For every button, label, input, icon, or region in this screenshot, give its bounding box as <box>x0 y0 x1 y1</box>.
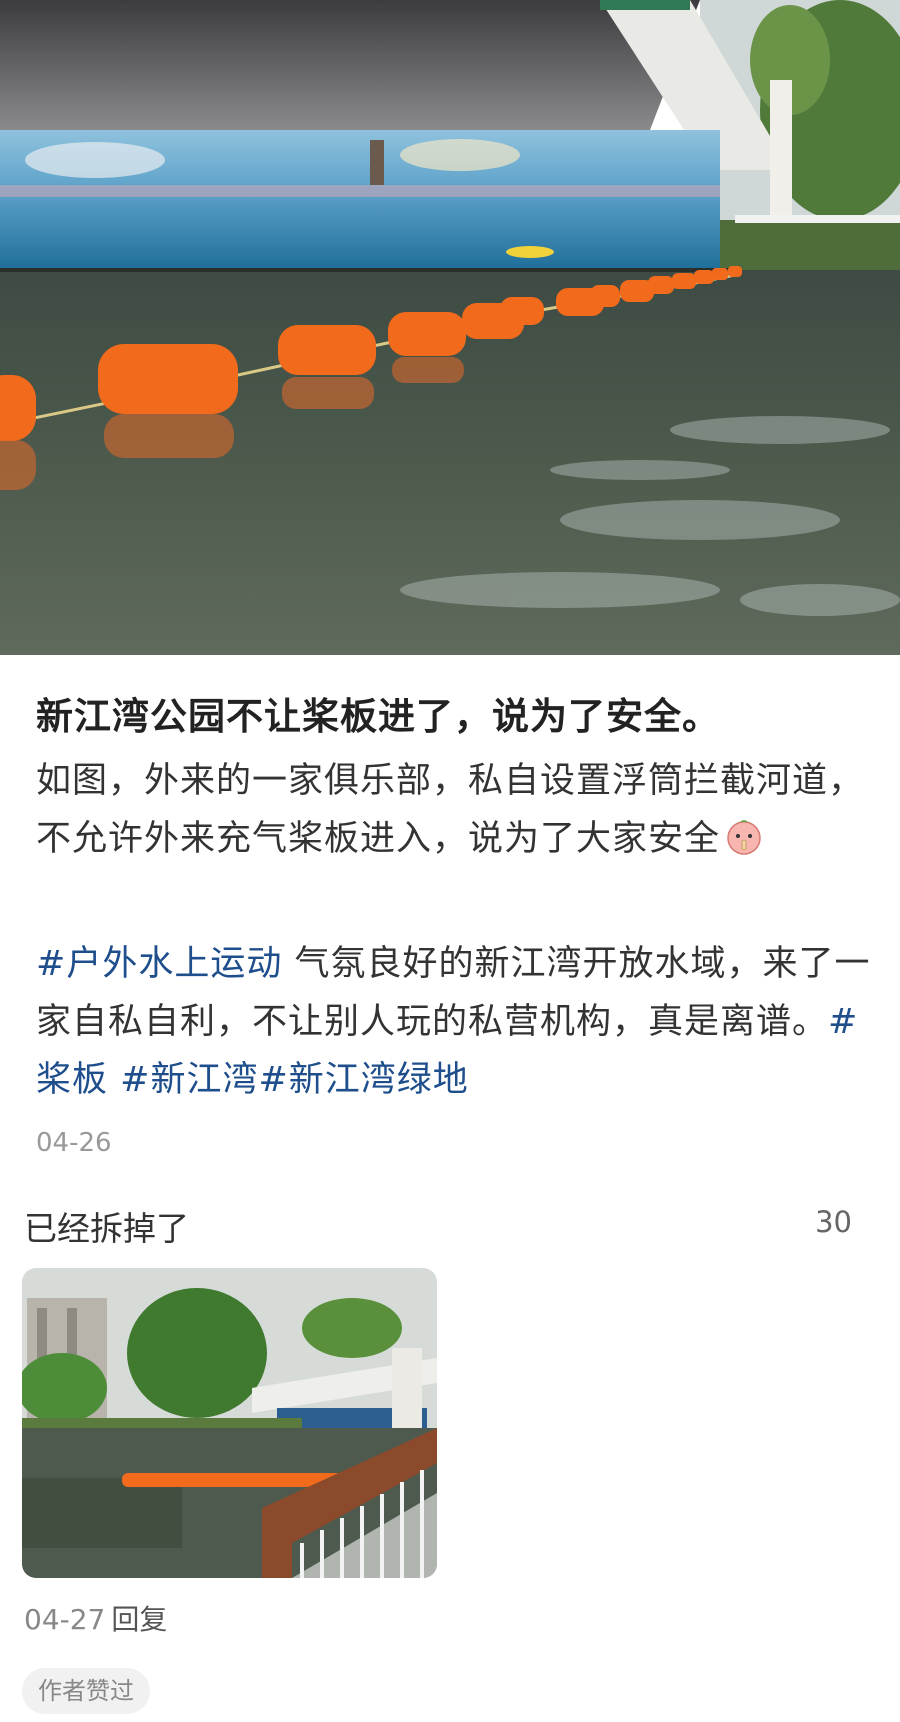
post-main-image[interactable] <box>0 0 900 655</box>
topic-tag-xinjiangwan-green[interactable]: #新江湾绿地 <box>258 1060 468 1100</box>
comment-date: 04-27 <box>24 1603 106 1636</box>
post-tags-text: 家自私自利，不让别人玩的私营机构，真是离谱。 <box>36 1002 829 1042</box>
comment-image[interactable] <box>22 1268 437 1578</box>
comment-like-count[interactable]: 30 <box>815 1205 852 1239</box>
post-date: 04-26 <box>36 1128 112 1158</box>
comment-text: 已经拆掉了 <box>24 1209 189 1248</box>
post-body: 如图，外来的一家俱乐部，私自设置浮筒拦截河道， 不允许外来充气桨板进入，说为了大… <box>36 752 866 868</box>
author-liked-badge: 作者赞过 <box>22 1668 150 1714</box>
post-body-text: 不允许外来充气桨板进入，说为了大家安全 <box>36 819 721 859</box>
post-tags-line: 桨板 #新江湾#新江湾绿地 <box>36 1051 866 1109</box>
post-body-line: 如图，外来的一家俱乐部，私自设置浮筒拦截河道， <box>36 761 865 801</box>
post-tags-paragraph: #户外水上运动 气氛良好的新江湾开放水域，来了一 家自私自利，不让别人玩的私营机… <box>36 935 869 1109</box>
post-title: 新江湾公园不让桨板进了，说为了安全。 <box>36 695 720 738</box>
post-tags-line: #户外水上运动 气氛良好的新江湾开放水域，来了一 <box>36 935 869 993</box>
post-tags-text: 气氛良好的新江湾开放水域，来了一 <box>282 944 871 984</box>
reply-button[interactable]: 回复 <box>111 1603 167 1636</box>
topic-tag-paddleboard-hash[interactable]: # <box>828 1002 858 1042</box>
post-body-line: 不允许外来充气桨板进入，说为了大家安全 <box>36 810 866 868</box>
topic-tag-xinjiangwan[interactable]: #新江湾 <box>120 1060 258 1100</box>
topic-tag-outdoor-water-sports[interactable]: #户外水上运动 <box>36 944 282 984</box>
topic-tag-paddleboard[interactable]: 桨板 <box>36 1060 108 1100</box>
shush-face-icon <box>724 816 764 856</box>
post-tags-line: 家自私自利，不让别人玩的私营机构，真是离谱。# <box>36 993 866 1051</box>
comment-meta: 04-27 回复 <box>24 1598 167 1638</box>
